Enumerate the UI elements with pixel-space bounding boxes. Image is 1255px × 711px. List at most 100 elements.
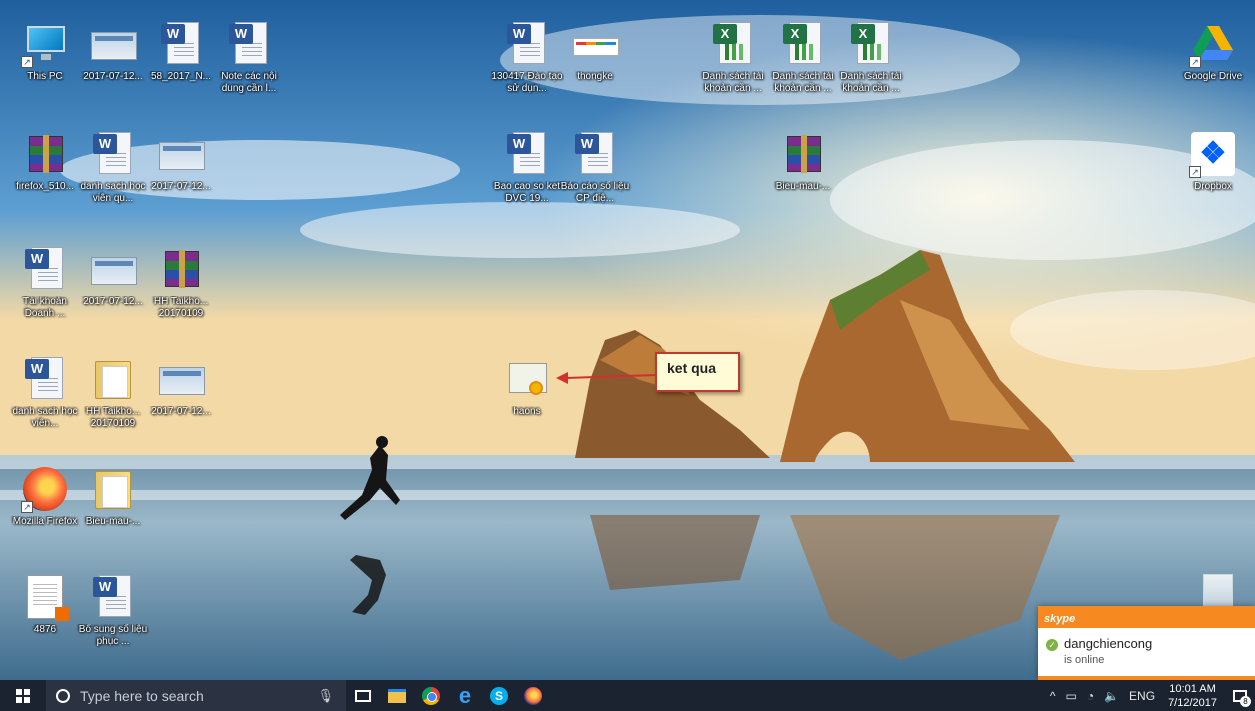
desktop-icon-danh-sach-1[interactable]: X Danh sách tài khoản cần ... [696,20,770,95]
desktop-icon-hh-taikhoan-folder[interactable]: HH Taikho... 20170109 [76,355,150,430]
desktop-icon-4876[interactable]: 4876 [8,573,82,636]
volume-muted-icon[interactable]: 🔈 [1099,689,1124,703]
task-view-icon [355,689,371,702]
spreadsheet-image-icon [571,20,619,68]
desktop-icon-label: This PC [27,71,63,82]
battery-icon[interactable]: ▭ [1061,689,1082,703]
desktop-icon-label: Bieu-mau-... [85,516,141,527]
wifi-icon[interactable]: ◔ [1082,689,1099,703]
desktop-icon-label: Dropbox [1194,181,1232,192]
desktop-icon-label: 4876 [33,624,57,635]
callout-text: ket qua [667,360,717,376]
chrome-icon [422,686,440,705]
search-placeholder: Type here to search [80,687,204,704]
desktop-icon-dropbox[interactable]: ❖ ↗ Dropbox [1176,130,1250,193]
desktop-icon-label: Bao cao so ket DVC 19... [493,181,561,204]
task-view-button[interactable] [346,680,380,711]
desktop-icon-label: Danh sách tài khoản cần ... [702,71,764,94]
winrar-archive-icon [21,130,69,178]
online-status-icon: ✓ [1046,639,1058,651]
folder-icon [89,355,137,403]
word-document-icon: W [21,355,69,403]
start-button[interactable] [0,680,46,711]
word-document-icon: W [503,130,551,178]
desktop-icon-label: Bieu-mau-... [775,181,831,192]
windows-logo-icon [16,688,30,703]
taskbar-search-box[interactable]: Type here to search 🎙 [46,680,346,711]
desktop-icon-label: 130417 Đào tạo sử dụn... [491,71,563,94]
edge-icon: e [458,682,472,708]
word-document-icon: W [157,20,205,68]
taskbar-edge[interactable]: e [448,680,482,711]
desktop-icon-label: 2017-07-12... [83,296,143,307]
desktop-icon-bo-sung-so-lieu[interactable]: W Bổ sung số liệu phục ... [76,573,150,648]
desktop-icon-label: Bổ sung số liệu phục ... [78,624,148,647]
desktop-icon-firefox-installer[interactable]: firefox_510... [8,130,82,193]
desktop-icon-thongke[interactable]: thongke [558,20,632,83]
word-document-icon: W [225,20,273,68]
excel-document-icon: X [709,20,757,68]
taskbar: Type here to search 🎙 e S ^ ▭ ◔ 🔈 ENG 10… [0,680,1255,711]
desktop-icon-label: HH Taikho... 20170109 [153,296,209,319]
desktop-icon-label: 58_2017_N... [150,71,212,82]
desktop-icon-screenshot-4[interactable]: 2017-07-12... [144,355,218,418]
toast-username: dangchiencong [1064,636,1153,651]
image-file-icon [89,20,137,68]
desktop-icon-tai-khoan-doanh[interactable]: W Tài khoản Doanh ... [8,245,82,320]
desktop-icon-danh-sach-hoc-vien-2[interactable]: W danh sach học viên... [8,355,82,430]
desktop-icon-label: Danh sách tài khoản cần ... [772,71,834,94]
desktop-icon-haons[interactable]: haons [490,355,564,418]
skype-icon: S [490,686,508,705]
system-tray: ^ ▭ ◔ 🔈 ENG 10:01 AM 7/12/2017 8 [1045,680,1255,711]
microphone-icon[interactable]: 🎙 [317,688,334,704]
desktop-icon-label: firefox_510... [16,181,74,192]
file-explorer-icon [388,688,406,703]
excel-document-icon: X [847,20,895,68]
desktop-icon-this-pc[interactable]: ↗ This PC [8,20,82,83]
toast-status-text: is online [1064,654,1105,666]
action-center-button[interactable]: 8 [1225,680,1255,711]
taskbar-clock[interactable]: 10:01 AM 7/12/2017 [1160,682,1225,710]
toast-header: skype [1038,606,1255,628]
desktop-icon-label: Danh sách tài khoản cần ... [840,71,902,94]
folder-icon [89,465,137,513]
skype-notification-toast[interactable]: skype ✓ dangchiencong is online [1038,606,1255,680]
this-pc-icon: ↗ [21,20,69,68]
skype-logo: skype [1044,613,1076,625]
input-language[interactable]: ENG [1124,689,1160,703]
desktop-icon-google-drive[interactable]: ↗ Google Drive [1176,20,1250,83]
desktop-icon-screenshot-2[interactable]: 2017-07-12... [144,130,218,193]
dropbox-icon: ❖ ↗ [1189,130,1237,178]
desktop-icon-label: 2017-07-12... [151,181,211,192]
taskbar-firefox[interactable] [516,680,550,711]
desktop-icon-screenshot-1[interactable]: 2017-07-12... [76,20,150,83]
desktop-icon-note[interactable]: W Note các nội dung cần l... [212,20,286,95]
image-file-icon [157,355,205,403]
desktop-icon-hh-taikhoan-archive[interactable]: HH Taikho... 20170109 [144,245,218,320]
word-document-icon: W [89,573,137,621]
desktop-icon-bao-cao-so-lieu[interactable]: W Báo cáo số liệu CP điệ... [558,130,632,205]
excel-document-icon: X [779,20,827,68]
google-drive-icon: ↗ [1189,20,1237,68]
desktop-icon-danh-sach-3[interactable]: X Danh sách tài khoản cần ... [834,20,908,95]
taskbar-file-explorer[interactable] [380,680,414,711]
desktop-icon-label: Mozilla Firefox [12,516,78,527]
taskbar-skype[interactable]: S [482,680,516,711]
image-file-icon [89,245,137,293]
desktop-icon-screenshot-3[interactable]: 2017-07-12... [76,245,150,308]
desktop-icon-bao-cao-so-ket[interactable]: W Bao cao so ket DVC 19... [490,130,564,205]
desktop-icon-danh-sach-2[interactable]: X Danh sách tài khoản cần ... [766,20,840,95]
desktop-icon-mozilla-firefox[interactable]: ↗ Mozilla Firefox [8,465,82,528]
annotation-callout: ket qua [655,352,740,392]
clock-date: 7/12/2017 [1168,696,1217,709]
desktop-icon-danh-sach-hoc-vien[interactable]: W danh sach học viên qu... [76,130,150,205]
desktop-icon-bieu-mau-archive[interactable]: Bieu-mau-... [766,130,840,193]
certificate-icon [503,355,551,403]
desktop-icon-130417[interactable]: W 130417 Đào tạo sử dụn... [490,20,564,95]
taskbar-chrome[interactable] [414,680,448,711]
chevron-up-icon[interactable]: ^ [1045,689,1061,703]
firefox-icon: ↗ [21,465,69,513]
firefox-icon [524,686,542,705]
desktop-icon-58-2017[interactable]: W 58_2017_N... [144,20,218,83]
desktop-icon-bieu-mau-folder[interactable]: Bieu-mau-... [76,465,150,528]
